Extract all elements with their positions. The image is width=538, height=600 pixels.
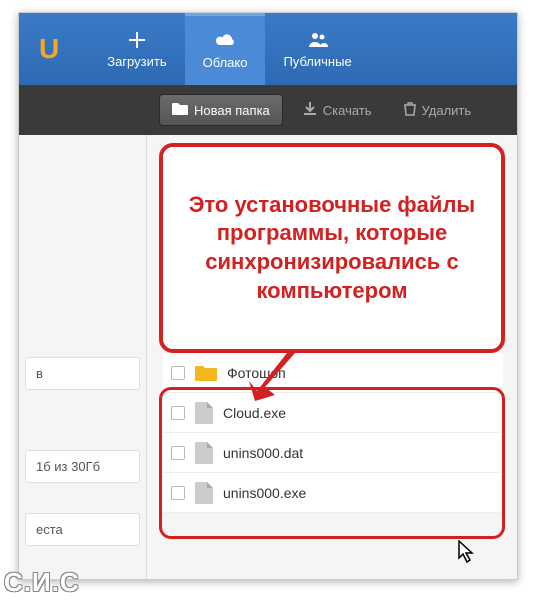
checkbox[interactable] <box>171 366 185 380</box>
cloud-icon <box>213 31 237 51</box>
highlight-box <box>159 387 505 539</box>
people-icon <box>306 30 330 50</box>
trash-icon <box>404 102 416 119</box>
sidebar: в 1б из 30Гб еста <box>19 135 147 579</box>
sidebar-item[interactable]: в <box>25 357 140 390</box>
sidebar-storage: 1б из 30Гб <box>25 450 140 483</box>
download-label: Скачать <box>323 103 372 118</box>
folder-icon <box>195 364 217 382</box>
nav-cloud-label: Облако <box>203 55 248 70</box>
sidebar-item[interactable]: еста <box>25 513 140 546</box>
plus-icon <box>125 30 149 50</box>
nav-cloud[interactable]: Облако <box>185 13 266 85</box>
delete-label: Удалить <box>422 103 472 118</box>
logo: U <box>39 33 59 65</box>
arrow-icon <box>247 353 307 403</box>
watermark: С.И.С <box>4 567 80 598</box>
download-button[interactable]: Скачать <box>291 95 384 126</box>
folder-icon <box>172 102 188 118</box>
nav-public-label: Публичные <box>283 54 351 69</box>
main-area: Это установочные файлы программы, которы… <box>147 135 517 579</box>
nav-upload[interactable]: Загрузить <box>89 13 184 85</box>
new-folder-button[interactable]: Новая папка <box>159 94 283 126</box>
top-navbar: U Загрузить Облако Публичные <box>19 13 517 85</box>
nav-upload-label: Загрузить <box>107 54 166 69</box>
nav-public[interactable]: Публичные <box>265 13 369 85</box>
toolbar: Новая папка Скачать Удалить <box>19 85 517 135</box>
new-folder-label: Новая папка <box>194 103 270 118</box>
annotation-callout: Это установочные файлы программы, которы… <box>159 143 505 353</box>
download-icon <box>303 102 317 119</box>
callout-text: Это установочные файлы программы, которы… <box>179 191 485 305</box>
cursor-icon <box>458 540 476 564</box>
delete-button[interactable]: Удалить <box>392 95 484 126</box>
